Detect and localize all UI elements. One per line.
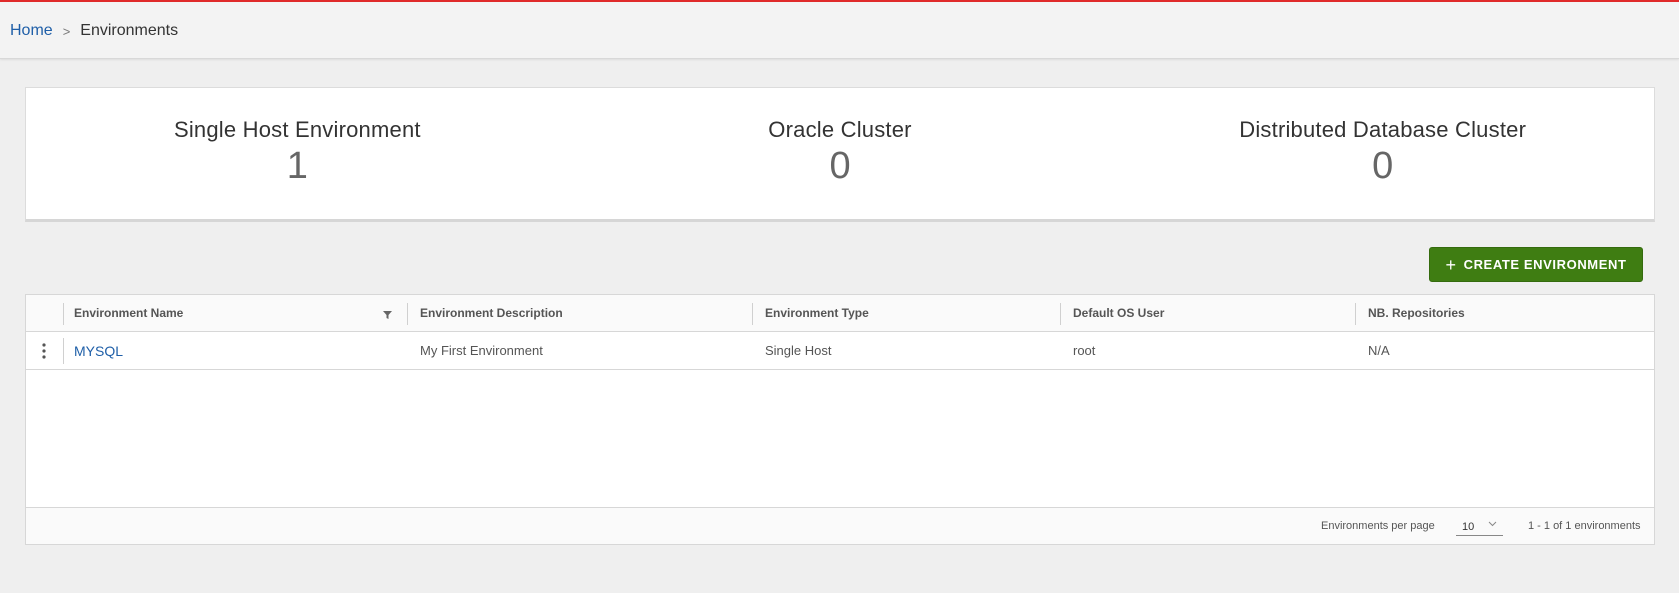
column-separator: [63, 303, 64, 325]
create-environment-label: CREATE ENVIRONMENT: [1463, 257, 1627, 272]
filter-icon[interactable]: [382, 309, 393, 320]
table-header: Environment Name Environment Description…: [26, 295, 1654, 332]
cell-environment-name: MYSQL: [74, 332, 123, 369]
cell-nb-repositories: N/A: [1368, 343, 1390, 358]
per-page-select[interactable]: 10: [1456, 516, 1503, 536]
column-separator[interactable]: [1355, 303, 1356, 325]
header-default-os-user[interactable]: Default OS User: [1073, 295, 1164, 331]
stat-distributed-cluster: Distributed Database Cluster 0: [1111, 88, 1654, 219]
cell-environment-type: Single Host: [765, 343, 832, 358]
header-environment-name[interactable]: Environment Name: [74, 295, 183, 331]
chevron-down-icon: [1488, 521, 1497, 527]
per-page-label: Environments per page: [1321, 520, 1435, 532]
breadcrumb: Home > Environments: [10, 22, 178, 40]
environment-summary-card: Single Host Environment 1 Oracle Cluster…: [25, 87, 1655, 222]
pagination-range-text: 1 - 1 of 1 environments: [1528, 520, 1641, 532]
per-page-value: 10: [1462, 521, 1475, 533]
breadcrumb-home-link[interactable]: Home: [10, 22, 53, 40]
plus-icon: +: [1445, 254, 1457, 275]
header-environment-type[interactable]: Environment Type: [765, 295, 869, 331]
stat-value: 0: [829, 145, 851, 187]
stat-label: Distributed Database Cluster: [1239, 117, 1527, 142]
table-footer: Environments per page 10 1 - 1 of 1 envi…: [26, 507, 1654, 544]
stat-oracle-cluster: Oracle Cluster 0: [569, 88, 1112, 219]
header-nb-repositories[interactable]: NB. Repositories: [1368, 295, 1465, 331]
create-environment-button[interactable]: + CREATE ENVIRONMENT: [1429, 247, 1643, 282]
row-separator: [63, 338, 64, 364]
column-separator[interactable]: [1060, 303, 1061, 325]
column-separator[interactable]: [407, 303, 408, 325]
stat-value: 0: [1372, 145, 1394, 187]
breadcrumb-current: Environments: [80, 22, 179, 39]
stat-single-host: Single Host Environment 1: [26, 88, 569, 219]
breadcrumb-separator: >: [62, 23, 71, 39]
stat-value: 1: [286, 145, 308, 187]
column-separator[interactable]: [752, 303, 753, 325]
header-environment-description[interactable]: Environment Description: [420, 295, 563, 331]
header-bar: Home > Environments: [0, 2, 1679, 59]
environment-name-link[interactable]: MYSQL: [74, 343, 123, 359]
stat-label: Single Host Environment: [173, 117, 421, 142]
environments-table: Environment Name Environment Description…: [25, 294, 1655, 545]
stat-label: Oracle Cluster: [768, 117, 912, 142]
cell-default-os-user: root: [1073, 343, 1096, 358]
cell-environment-description: My First Environment: [420, 343, 543, 358]
table-row: MYSQL My First Environment Single Host r…: [26, 332, 1654, 370]
row-actions-menu-icon[interactable]: [36, 341, 52, 361]
